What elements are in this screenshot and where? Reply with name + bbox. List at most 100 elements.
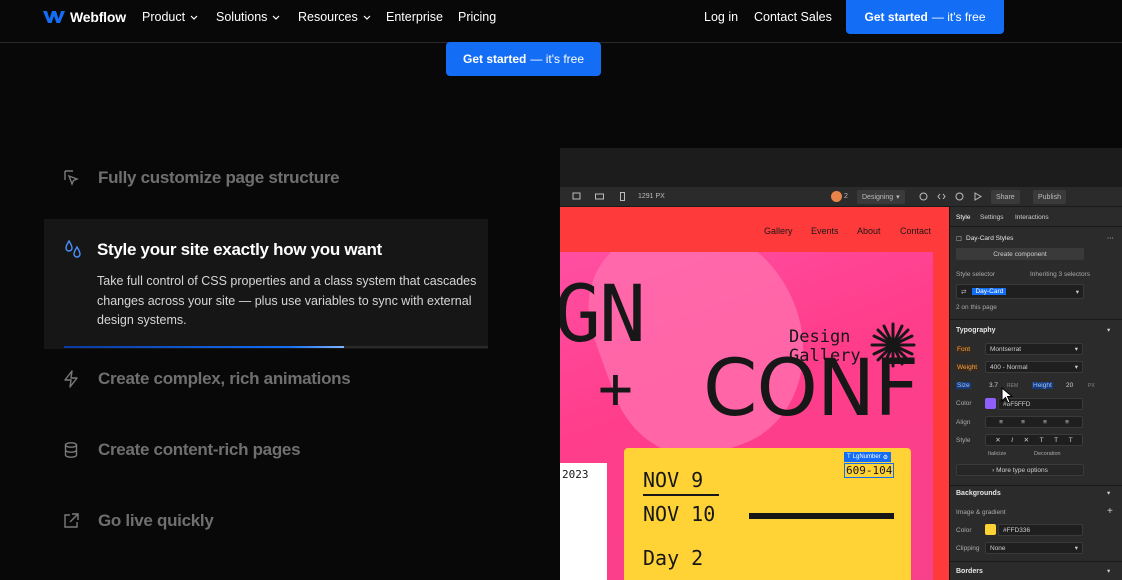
align-right-icon[interactable]: ≡ — [1043, 419, 1047, 426]
logo-line-2: Gallery. — [789, 346, 871, 366]
weight-label: Weight — [956, 364, 979, 371]
day-card[interactable]: NOV 9 NOV 10 Day 2 T LgNumber ⚙ 609-104 — [624, 448, 911, 580]
panel-divider — [950, 226, 1122, 227]
font-select[interactable]: Montserrat ▾ — [985, 343, 1083, 355]
collaborator-avatar[interactable] — [831, 191, 842, 202]
chevron-down-icon[interactable]: ▾ — [1107, 567, 1110, 575]
event-date-1: NOV 9 — [643, 468, 704, 492]
share-button[interactable]: Share — [991, 190, 1020, 204]
italic-icon[interactable]: I — [1011, 437, 1013, 444]
feature-label: Create content-rich pages — [98, 440, 301, 459]
canvas-nav-events[interactable]: Events — [811, 226, 839, 236]
cta-bold-label: Get started — [864, 10, 928, 24]
align-center-icon[interactable]: ≡ — [1021, 419, 1025, 426]
nav-item-resources[interactable]: Resources — [298, 10, 371, 24]
size-input[interactable]: 3.7 — [989, 382, 998, 389]
event-card-white[interactable]: 2023 — [560, 463, 607, 580]
selected-number-text[interactable]: 609-104 — [843, 463, 895, 478]
height-unit[interactable]: PX — [1088, 383, 1095, 389]
feature-active-description: Take full control of CSS properties and … — [97, 274, 477, 327]
chevron-down-icon[interactable]: ▾ — [1107, 489, 1110, 497]
publish-button[interactable]: Publish — [1033, 190, 1066, 204]
contact-label: Contact Sales — [754, 10, 832, 24]
tab-interactions[interactable]: Interactions — [1015, 214, 1049, 221]
clipping-select[interactable]: None ▾ — [985, 542, 1083, 554]
selector-chip[interactable]: Day-Card — [972, 288, 1007, 295]
height-input[interactable]: 20 — [1066, 382, 1073, 389]
feature-style-site-active[interactable]: Style your site exactly how you want Tak… — [44, 219, 488, 349]
hero-get-started-button[interactable]: Get started — it's free — [446, 42, 601, 76]
tab-style[interactable]: Style — [956, 214, 970, 221]
clipping-value: None — [990, 544, 1006, 552]
inheriting-selectors[interactable]: Inheriting 3 selectors — [1030, 271, 1090, 278]
create-component-label: Create component — [993, 250, 1047, 258]
panel-divider — [950, 485, 1122, 486]
nav-item-pricing[interactable]: Pricing — [458, 10, 496, 24]
event-day: Day 2 — [643, 546, 704, 570]
backgrounds-heading[interactable]: Backgrounds — [956, 490, 1001, 497]
style-control[interactable]: ✕ I ✕ T T T — [985, 434, 1083, 446]
swap-icon: ⇄ — [961, 288, 967, 296]
tab-settings[interactable]: Settings — [980, 214, 1004, 221]
bg-color-swatch[interactable] — [985, 524, 996, 535]
designer-preview: 1291 PX 2 Designing ▾ Share Publish Gall… — [560, 148, 1122, 580]
webflow-logo[interactable]: Webflow — [43, 9, 126, 25]
feature-animations[interactable]: Create complex, rich animations — [62, 369, 351, 389]
canvas-nav-gallery[interactable]: Gallery — [764, 226, 793, 236]
poster-headline-fragment: GN — [560, 270, 646, 360]
mobile-icon[interactable] — [618, 192, 627, 201]
chevron-down-icon[interactable]: ▾ — [1107, 326, 1110, 334]
align-left-icon[interactable]: ≡ — [999, 419, 1003, 426]
weight-select[interactable]: 400 - Normal ▾ — [985, 361, 1083, 373]
feature-progress-track — [64, 346, 488, 348]
bg-color-label: Color — [956, 527, 972, 534]
underline-icon[interactable]: T — [1054, 437, 1058, 444]
chevron-down-icon: ▾ — [1074, 545, 1078, 552]
code-icon[interactable] — [937, 192, 946, 201]
panel-divider — [950, 319, 1122, 320]
comment-icon[interactable] — [955, 192, 964, 201]
borders-heading[interactable]: Borders — [956, 568, 983, 575]
mode-selector[interactable]: Designing ▾ — [857, 190, 905, 204]
nav-item-enterprise[interactable]: Enterprise — [386, 10, 443, 24]
bg-color-input[interactable]: #FFD336 — [998, 524, 1083, 536]
feature-go-live[interactable]: Go live quickly — [62, 511, 214, 531]
more-type-options-button[interactable]: › More type options — [956, 464, 1084, 476]
feature-label: Fully customize page structure — [98, 168, 340, 187]
no-style-icon[interactable]: ✕ — [995, 436, 1000, 444]
create-component-button[interactable]: Create component — [956, 248, 1084, 260]
more-icon[interactable]: ⋯ — [1107, 234, 1114, 242]
align-justify-icon[interactable]: ≡ — [1065, 419, 1069, 426]
contact-sales-link[interactable]: Contact Sales — [754, 10, 832, 24]
add-icon[interactable]: + — [1107, 506, 1113, 517]
overline-icon[interactable]: T — [1069, 437, 1073, 444]
starburst-icon — [870, 322, 916, 368]
event-year: 2023 — [562, 468, 589, 481]
nav-item-product[interactable]: Product — [142, 10, 198, 24]
image-gradient-label: Image & gradient — [956, 509, 1006, 516]
style-selector-label: Style selector — [956, 271, 996, 278]
canvas-nav-about[interactable]: About — [857, 226, 881, 236]
design-canvas[interactable]: Gallery Events About Contact GN + CONF D… — [560, 207, 949, 580]
text-color-swatch[interactable] — [985, 398, 996, 409]
feature-content-rich[interactable]: Create content-rich pages — [62, 440, 301, 460]
align-control[interactable]: ≡ ≡ ≡ ≡ — [985, 416, 1083, 428]
feature-customize-structure[interactable]: Fully customize page structure — [62, 168, 340, 188]
get-started-button[interactable]: Get started — it's free — [846, 0, 1004, 34]
strikethrough-icon[interactable]: T — [1040, 437, 1044, 444]
cta-light-label: — it's free — [931, 10, 986, 24]
login-link[interactable]: Log in — [704, 10, 738, 24]
nav-item-solutions[interactable]: Solutions — [216, 10, 280, 24]
canvas-nav-contact[interactable]: Contact — [900, 226, 931, 236]
tablet-icon[interactable] — [595, 192, 604, 201]
style-panel: Style Settings Interactions ☐ Day-Card S… — [949, 207, 1122, 580]
preview-play-icon[interactable] — [973, 192, 982, 201]
no-decoration-icon[interactable]: ✕ — [1024, 436, 1029, 444]
checkbox-icon[interactable]: ☐ — [956, 235, 962, 243]
desktop-icon[interactable] — [572, 192, 581, 201]
typography-heading[interactable]: Typography — [956, 327, 996, 334]
check-circle-icon[interactable] — [919, 192, 928, 201]
font-value: Montserrat — [990, 345, 1022, 353]
decoration-caption: Decoration — [1034, 451, 1061, 457]
selector-input[interactable]: ⇄ Day-Card ▾ — [956, 284, 1084, 299]
